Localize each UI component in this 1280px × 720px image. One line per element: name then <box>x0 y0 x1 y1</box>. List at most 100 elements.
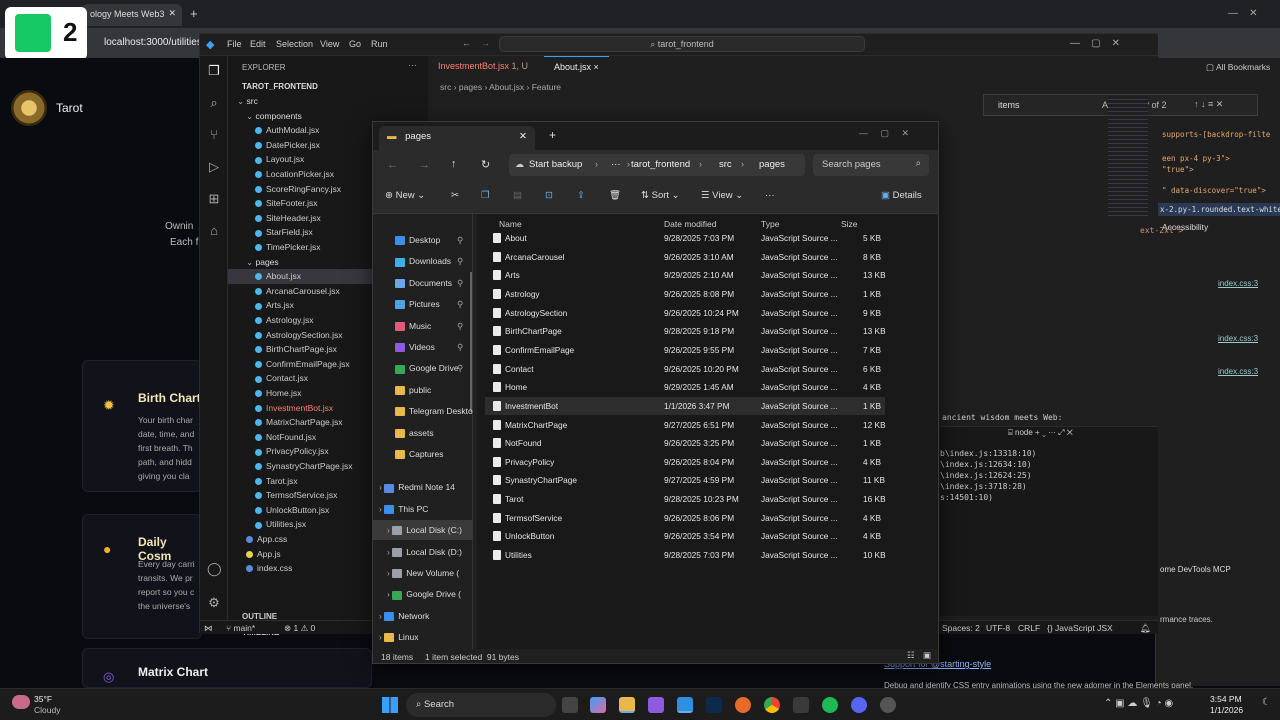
file-row[interactable]: About 9/28/2025 7:03 PM JavaScript Source … <box>485 229 885 248</box>
search-field[interactable]: Search pages ⌕ <box>813 154 929 176</box>
file-row[interactable]: Utilities 9/28/2025 7:03 PM JavaScript Sou… <box>485 546 886 565</box>
branch-status[interactable]: ⑂ main* <box>226 623 255 633</box>
index-css-link[interactable]: index.css:3 <box>1218 367 1258 376</box>
minimap[interactable] <box>1108 96 1148 216</box>
breadcrumb-item[interactable]: pages <box>459 82 482 92</box>
file-explorer-icon[interactable] <box>619 697 635 713</box>
matrix-chart-card[interactable]: ◎ Matrix Chart <box>82 648 372 688</box>
nav-forward-icon[interactable]: → <box>481 38 490 48</box>
task-view-icon[interactable] <box>562 697 578 713</box>
weather-icon[interactable] <box>12 695 30 709</box>
nav-item[interactable]: public <box>373 380 473 400</box>
explorer-tab[interactable]: ▬ pages ✕ <box>379 126 535 150</box>
file-row[interactable]: SynastryChartPage 9/27/2025 4:59 PM JavaSc… <box>485 471 885 490</box>
breadcrumb-item[interactable]: tarot_frontend <box>631 159 690 170</box>
menu-selection[interactable]: Selection <box>276 39 313 49</box>
menu-go[interactable]: Go <box>349 39 361 49</box>
copilot-icon[interactable] <box>590 697 606 713</box>
project-root[interactable]: TAROT_FRONTEND <box>242 82 318 91</box>
spotify-icon[interactable] <box>822 697 838 713</box>
file-row[interactable]: ArcanaCarousel 9/26/2025 3:10 AM JavaScrip… <box>485 248 885 267</box>
file-row[interactable]: ConfirmEmailPage 9/26/2025 9:55 PM JavaScr… <box>485 341 885 360</box>
nav-item[interactable]: Pictures ⚲ <box>373 294 473 314</box>
problems-status[interactable]: ⊗ 1 ⚠ 0 <box>284 623 315 634</box>
nav-item[interactable]: Captures <box>373 444 473 464</box>
weather-temp[interactable]: 35°F <box>34 694 52 704</box>
nav-item[interactable]: Desktop ⚲ <box>373 230 473 250</box>
delete-icon[interactable]: 🗑︎ <box>609 190 621 201</box>
nav-item[interactable]: › New Volume ( <box>373 563 473 583</box>
nav-item[interactable]: › Network <box>373 606 473 626</box>
vscode-icon[interactable] <box>677 697 693 713</box>
up-icon[interactable]: ↑ <box>451 158 457 170</box>
tray-icons[interactable]: ⌃ ▣ ☁ 🎙︎ ◔ ◉ <box>1104 698 1173 709</box>
notification-icon[interactable]: ☾ <box>1262 697 1271 708</box>
more-icon[interactable]: ··· <box>765 190 775 201</box>
encoding-status[interactable]: UTF-8 <box>986 623 1010 633</box>
nav-back-icon[interactable]: ← <box>462 38 471 48</box>
browser-tab[interactable]: ology Meets Web3 ✕ <box>82 4 182 26</box>
file-row[interactable]: TermsofService 9/26/2025 8:06 PM JavaScrip… <box>485 509 885 528</box>
remote-icon[interactable]: ⋈ <box>204 623 213 634</box>
url-field[interactable]: localhost:3000/utilities <box>100 33 210 53</box>
close-icon[interactable]: × <box>594 62 599 72</box>
daily-cosmic-card[interactable]: ● Daily Cosm Every day carri transits. W… <box>82 514 202 639</box>
nav-item[interactable]: Google Drive ⚲ <box>373 358 473 378</box>
index-css-link[interactable]: index.css:3 <box>1218 279 1258 288</box>
nav-item[interactable]: Music ⚲ <box>373 316 473 336</box>
extensions-icon[interactable]: ⊞ <box>207 192 221 206</box>
nav-item[interactable]: › Linux <box>373 627 473 647</box>
search-icon[interactable]: ⌕ <box>207 96 221 110</box>
breadcrumb-item[interactable]: ··· <box>611 159 621 170</box>
firefox-icon[interactable] <box>735 697 751 713</box>
indent-status[interactable]: Spaces: 2 <box>942 623 980 633</box>
birth-chart-card[interactable]: ✹ Birth Chart Your birth char date, time… <box>82 360 202 492</box>
find-input[interactable]: items <box>998 100 1020 110</box>
nav-item[interactable]: › Redmi Note 14 <box>373 477 473 497</box>
new-tab-button[interactable]: + <box>549 128 556 142</box>
view-button[interactable]: ☰ View ⌄ <box>701 190 743 201</box>
new-button[interactable]: ⊕ New ⌄ <box>385 190 425 201</box>
close-icon[interactable]: ✕ <box>168 8 176 19</box>
eol-status[interactable]: CRLF <box>1018 623 1040 633</box>
nav-item[interactable]: › Local Disk (D:) <box>373 542 473 562</box>
nav-item[interactable]: › This PC <box>373 499 473 519</box>
remote-icon[interactable]: ⌂ <box>207 224 221 238</box>
file-row[interactable]: MatrixChartPage 9/27/2025 6:51 PM JavaScri… <box>485 416 886 435</box>
tab-about[interactable]: About.jsx × <box>544 56 609 78</box>
file-row[interactable]: Tarot 9/28/2025 10:23 PM JavaScript Source… <box>485 490 886 509</box>
nav-item[interactable]: › Google Drive ( <box>373 584 473 604</box>
forward-icon[interactable]: → <box>419 159 430 171</box>
discord-icon[interactable] <box>851 697 867 713</box>
file-row[interactable]: UnlockButton 9/26/2025 3:54 PM JavaScript … <box>485 527 885 546</box>
nav-item[interactable]: Videos ⚲ <box>373 337 473 357</box>
refresh-icon[interactable]: ↻ <box>481 158 490 171</box>
file-row[interactable]: NotFound 9/26/2025 3:25 PM JavaScript Sour… <box>485 434 885 453</box>
site-brand[interactable]: Tarot <box>56 101 83 115</box>
account-icon[interactable]: ◯ <box>207 562 222 576</box>
visual-studio-icon[interactable] <box>648 697 664 713</box>
clock-date[interactable]: 1/1/2026 <box>1210 705 1243 715</box>
breadcrumb-item[interactable]: About.jsx <box>489 82 524 92</box>
breadcrumb-item[interactable]: pages <box>759 159 785 170</box>
new-tab-button[interactable]: + <box>190 6 198 21</box>
tab-investmentbot[interactable]: InvestmentBot.jsx 1, U <box>428 56 538 78</box>
file-row[interactable]: PrivacyPolicy 9/26/2025 8:04 PM JavaScript… <box>485 453 885 472</box>
file-row[interactable]: Astrology 9/26/2025 8:08 PM JavaScript Sou… <box>485 285 885 304</box>
tiles-view-icon[interactable]: ▣ <box>923 650 931 661</box>
run-debug-icon[interactable]: ▷ <box>207 160 221 174</box>
file-row[interactable]: Contact 9/26/2025 10:20 PM JavaScript Sour… <box>485 360 885 379</box>
files-icon[interactable]: ❐ <box>207 64 221 78</box>
breadcrumb-item[interactable]: Feature <box>532 82 561 92</box>
more-actions-icon[interactable]: ··· <box>408 60 417 70</box>
file-row[interactable]: AstrologySection 9/26/2025 10:24 PM JavaSc… <box>485 304 885 323</box>
bookmarks-bar[interactable]: ▢ All Bookmarks <box>1206 62 1270 73</box>
gear-icon[interactable]: ⚙ <box>207 596 221 610</box>
copy-icon[interactable]: ❐ <box>481 190 490 201</box>
nav-item[interactable]: Telegram Deskto <box>373 401 473 421</box>
taskbar-search[interactable]: ⌕ Search <box>406 693 556 717</box>
cut-icon[interactable]: ✂ <box>451 190 459 201</box>
start-icon[interactable] <box>382 697 398 713</box>
details-button[interactable]: ▣ Details <box>881 190 922 201</box>
terminal-tab[interactable]: ⌸ node + ⌄ ··· ⤢ ✕ <box>1008 428 1073 438</box>
